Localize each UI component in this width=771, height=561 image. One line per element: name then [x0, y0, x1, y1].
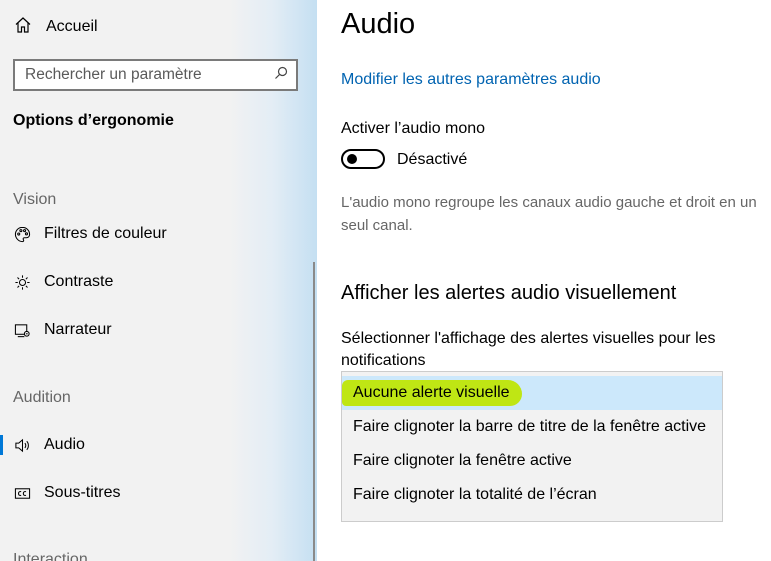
toggle-knob [347, 154, 357, 164]
sidebar: Accueil Rechercher un paramètre Options … [0, 0, 317, 561]
sidebar-item-narrator[interactable]: Narrateur [13, 318, 112, 342]
group-label-vision: Vision [13, 191, 57, 208]
mono-audio-description: L'audio mono regroupe les canaux audio g… [341, 194, 757, 234]
sidebar-item-label: Sous-titres [44, 484, 121, 501]
search-placeholder: Rechercher un paramètre [25, 66, 202, 83]
mono-audio-toggle-state: Désactivé [397, 151, 468, 168]
sidebar-item-label: Filtres de couleur [44, 225, 167, 242]
sidebar-item-label: Audio [44, 436, 85, 453]
sidebar-item-contrast[interactable]: Contraste [13, 270, 113, 294]
other-audio-settings-link[interactable]: Modifier les autres paramètres audio [341, 71, 601, 89]
visual-alerts-dropdown-list[interactable]: Aucune alerte visuelle Faire clignoter l… [341, 371, 723, 522]
home-label: Accueil [46, 18, 98, 35]
group-label-interaction: Interaction [13, 551, 88, 561]
home-icon [14, 16, 32, 39]
sidebar-item-label: Contraste [44, 273, 114, 290]
dropdown-option-flash-titlebar[interactable]: Faire clignoter la barre de titre de la … [342, 410, 722, 444]
dropdown-option-flash-window[interactable]: Faire clignoter la fenêtre active [342, 444, 722, 478]
search-icon[interactable] [274, 66, 288, 85]
sidebar-scrollbar[interactable] [313, 262, 315, 561]
sidebar-item-label: Narrateur [44, 321, 112, 338]
search-input[interactable]: Rechercher un paramètre [13, 59, 298, 91]
home-nav-item[interactable]: Accueil [14, 16, 98, 38]
closed-captions-icon [13, 484, 31, 502]
palette-icon [13, 225, 31, 243]
speaker-icon [13, 436, 31, 454]
mono-audio-toggle[interactable] [341, 149, 385, 169]
dropdown-option-none[interactable]: Aucune alerte visuelle [342, 376, 722, 410]
narrator-icon [13, 321, 31, 339]
visual-alerts-select-label: Sélectionner l'affichage des alertes vis… [341, 330, 716, 369]
section-title: Options d’ergonomie [13, 112, 174, 129]
main-content: Audio Modifier les autres paramètres aud… [317, 0, 771, 561]
page-title: Audio [341, 8, 416, 40]
mono-audio-label: Activer l’audio mono [341, 120, 486, 137]
option-highlight: Aucune alerte visuelle [342, 380, 522, 406]
sidebar-item-subtitles[interactable]: Sous-titres [13, 481, 120, 505]
sun-icon [13, 273, 31, 291]
group-label-audition: Audition [13, 389, 71, 406]
sidebar-item-audio[interactable]: Audio [0, 433, 85, 457]
sidebar-item-color-filters[interactable]: Filtres de couleur [13, 222, 167, 246]
dropdown-option-flash-screen[interactable]: Faire clignoter la totalité de l’écran [342, 478, 722, 512]
visual-alerts-heading: Afficher les alertes audio visuellement [341, 282, 677, 304]
